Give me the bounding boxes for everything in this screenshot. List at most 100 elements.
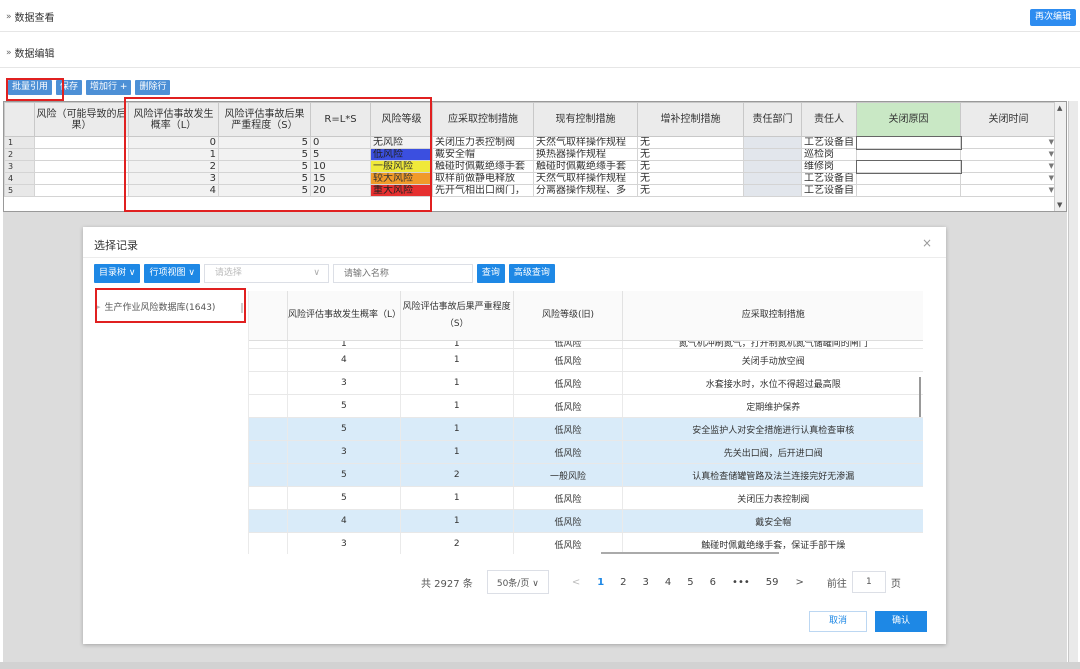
grid-cell-level[interactable]: 无风险	[370, 136, 433, 149]
grid-cell-measure[interactable]: 触碰时佩戴绝缘手套	[432, 160, 534, 173]
grid-header-col-9[interactable]: 责任部门	[743, 102, 802, 137]
record-row[interactable]: 5 1 低风险 安全监护人对安全措施进行认真检查审核	[249, 418, 923, 441]
close-icon[interactable]: ×	[922, 236, 932, 250]
record-row[interactable]: 4 1 低风险 关闭手动放空阀	[249, 349, 923, 372]
grid-header-col-8[interactable]: 增补控制措施	[637, 102, 744, 137]
scroll-down-icon[interactable]: ▼	[1057, 201, 1062, 209]
grid-cell-no[interactable]: 3	[4, 160, 35, 173]
record-row[interactable]: 3 1 低风险 水套接水时，水位不得超过最高限	[249, 372, 923, 395]
grid-cell-existing[interactable]: 天然气取样操作规程	[533, 172, 638, 185]
grid-cell-dept[interactable]	[743, 148, 802, 161]
grid-cell-no[interactable]: 4	[4, 172, 35, 185]
page-scrollbar[interactable]	[1068, 101, 1078, 662]
grid-cell-L[interactable]: 0	[128, 136, 219, 149]
page-number[interactable]: 59	[766, 577, 779, 588]
query-button[interactable]: 查询	[476, 264, 505, 283]
grid-cell-time[interactable]: ▼	[960, 160, 1057, 173]
grid-header-col-12[interactable]: 关闭时间	[960, 102, 1057, 137]
grid-cell-risk[interactable]	[34, 172, 129, 185]
grid-cell-extra[interactable]: 无	[637, 136, 744, 149]
grid-header-col-7[interactable]: 现有控制措施	[533, 102, 638, 137]
grid-cell-no[interactable]: 5	[4, 184, 35, 197]
advanced-query-button[interactable]: 高级查询	[508, 264, 555, 283]
grid-header-col-6[interactable]: 应采取控制措施	[432, 102, 534, 137]
grid-cell-S[interactable]: 5	[218, 184, 311, 197]
grid-cell-L[interactable]: 1	[128, 148, 219, 161]
grid-cell-extra[interactable]: 无	[637, 148, 744, 161]
grid-cell-reason[interactable]	[856, 184, 961, 197]
grid-cell-existing[interactable]: 天然气取样操作规程	[533, 136, 638, 149]
grid-cell-level[interactable]: 较大风险	[370, 172, 433, 185]
grid-cell-existing[interactable]: 触碰时佩戴绝缘手套	[533, 160, 638, 173]
grid-cell-risk[interactable]	[34, 184, 129, 197]
grid-cell-extra[interactable]: 无	[637, 160, 744, 173]
grid-row[interactable]: 3 2 5 10 一般风险 触碰时佩戴绝缘手套 触碰时佩戴绝缘手套无维修岗 ▼	[4, 159, 1057, 174]
add-row-button[interactable]: 增加行 +	[86, 80, 132, 95]
page-number[interactable]: 3	[643, 577, 649, 588]
grid-cell-time[interactable]: ▼	[960, 136, 1057, 149]
name-search-input[interactable]	[332, 264, 473, 283]
record-row[interactable]: 3 2 低风险 触碰时佩戴绝缘手套，保证手部干燥	[249, 533, 923, 554]
grid-row[interactable]: 4 3 5 15 较大风险 取样前做静电释放 天然气取样操作规程无 工艺设备自 ▼	[4, 172, 1057, 185]
page-number[interactable]: 4	[665, 577, 671, 588]
grid-cell-dept[interactable]	[743, 184, 802, 197]
grid-cell-S[interactable]: 5	[218, 148, 311, 161]
next-page-icon[interactable]: >	[795, 577, 803, 588]
horizontal-scrollbar[interactable]	[0, 662, 1080, 669]
grid-cell-existing[interactable]: 分离器操作规程、多	[533, 184, 638, 197]
grid-header-col-10[interactable]: 责任人	[801, 102, 857, 137]
reedit-button[interactable]: 再次编辑	[1029, 9, 1076, 26]
grid-cell-measure[interactable]: 取样前做静电释放	[432, 172, 534, 185]
grid-cell-extra[interactable]: 无	[637, 172, 744, 185]
grid-cell-reason[interactable]	[856, 172, 961, 185]
grid-cell-time[interactable]: ▼	[960, 172, 1057, 185]
grid-cell-L[interactable]: 3	[128, 172, 219, 185]
row-view-dropdown[interactable]: 行项视图 ∨	[144, 264, 200, 283]
grid-cell-measure[interactable]: 先开气相出口阀门，	[432, 184, 534, 197]
grid-cell-risk[interactable]	[34, 148, 129, 161]
grid-cell-S[interactable]: 5	[218, 160, 311, 173]
grid-cell-time[interactable]: ▼	[960, 184, 1057, 197]
prev-page-icon[interactable]: <	[572, 577, 580, 588]
record-header-col-0[interactable]	[249, 291, 287, 340]
grid-cell-person[interactable]: 工艺设备自	[801, 136, 857, 149]
tree-splitter[interactable]	[241, 303, 243, 313]
record-header-col-3[interactable]: 风险等级(旧)	[512, 291, 623, 340]
grid-cell-dept[interactable]	[743, 160, 802, 173]
record-row[interactable]: 5 2 一般风险 认真检查储罐管路及法兰连接完好无渗漏	[249, 464, 923, 487]
grid-cell-S[interactable]: 5	[218, 136, 311, 149]
record-row[interactable]: 4 1 低风险 戴安全帽	[249, 510, 923, 533]
grid-header-col-11[interactable]: 关闭原因	[856, 102, 961, 137]
goto-page-input[interactable]: 1	[851, 571, 886, 593]
grid-cell-person[interactable]: 维修岗	[801, 160, 857, 173]
grid-row[interactable]: 2 1 5 5 低风险 戴安全帽 换热器操作规程无巡检岗 ▼	[4, 148, 1057, 161]
grid-cell-L[interactable]: 2	[128, 160, 219, 173]
record-header-col-4[interactable]: 应采取控制措施	[622, 291, 923, 340]
grid-cell-time[interactable]: ▼	[960, 148, 1057, 161]
grid-row[interactable]: 1 0 5 0 无风险 关闭压力表控制阀 天然气取样操作规程无工艺设备自 ▼	[4, 135, 1057, 150]
record-header-col-1[interactable]: 风险评估事故发生概率（L）	[286, 291, 401, 340]
grid-cell-risk[interactable]	[34, 160, 129, 173]
save-button[interactable]: 保存	[56, 80, 83, 95]
grid-cell-person[interactable]: 工艺设备自	[801, 172, 857, 185]
grid-cell-reason[interactable]	[855, 135, 962, 150]
grid-header-col-3[interactable]: 风险评估事故后果严重程度（S）	[218, 102, 311, 137]
grid-cell-no[interactable]: 1	[4, 136, 35, 149]
grid-cell-dept[interactable]	[743, 136, 802, 149]
record-row[interactable]: 1 1 低风险 氮气机冲刷氮气，打开制氮机氮气储罐间的闸门	[249, 341, 923, 349]
grid-scrollbar[interactable]: ▲ ▼	[1054, 102, 1066, 211]
grid-header-col-5[interactable]: 风险等级	[370, 102, 433, 137]
page-number[interactable]: 1	[597, 577, 604, 588]
cancel-button[interactable]: 取消	[809, 611, 867, 632]
grid-cell-reason[interactable]	[855, 159, 962, 174]
grid-cell-measure[interactable]: 戴安全帽	[432, 148, 534, 161]
grid-header-col-2[interactable]: 风险评估事故发生概率（L）	[128, 102, 219, 137]
page-number[interactable]: 2	[620, 577, 626, 588]
record-row[interactable]: 3 1 低风险 先关出口阀，后开进口阀	[249, 441, 923, 464]
grid-cell-risk[interactable]	[34, 136, 129, 149]
page-number[interactable]: •••	[732, 577, 750, 588]
batch-reference-button[interactable]: 批量引用	[8, 80, 53, 95]
grid-cell-R[interactable]: 15	[310, 172, 371, 185]
scroll-up-icon[interactable]: ▲	[1057, 104, 1062, 112]
grid-cell-S[interactable]: 5	[218, 172, 311, 185]
